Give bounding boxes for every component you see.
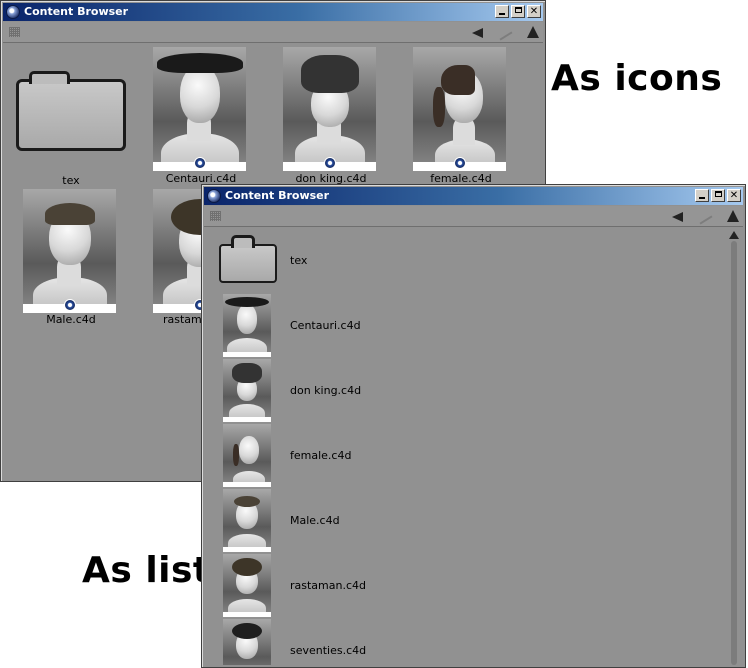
thumbnail-seventies (223, 619, 271, 665)
close-icon: ✕ (529, 6, 539, 17)
forward-arrow-icon[interactable] (699, 211, 713, 222)
thumbnail-don-king (223, 359, 271, 422)
list-item-tex[interactable]: tex (204, 227, 724, 292)
c4d-badge-icon (63, 299, 76, 311)
item-label: rastaman.c4d (290, 579, 367, 592)
toolbar (204, 206, 743, 227)
close-icon: ✕ (729, 190, 739, 201)
up-arrow-icon[interactable] (727, 210, 739, 222)
folder-icon (219, 235, 277, 283)
title-bar[interactable]: Content Browser ✕ (204, 187, 743, 205)
item-label: don king.c4d (290, 384, 362, 397)
item-label: tex (62, 174, 80, 187)
list-item-centauri[interactable]: Centauri.c4d (204, 292, 724, 357)
back-arrow-icon[interactable] (472, 28, 483, 38)
c4d-badge-icon (323, 157, 336, 169)
app-icon[interactable] (207, 189, 221, 203)
content-browser-window-list: Content Browser ✕ tex Centauri.c4d don k… (201, 184, 746, 668)
c4d-badge-icon (453, 157, 466, 169)
scrollbar-track[interactable] (731, 241, 737, 665)
icon-item-don-king[interactable]: don king.c4d (266, 45, 396, 185)
item-label: female.c4d (290, 449, 352, 462)
up-arrow-icon[interactable] (527, 26, 539, 38)
grip-icon[interactable] (210, 211, 221, 221)
thumbnail-male (23, 189, 116, 313)
icon-item-female[interactable]: female.c4d (396, 45, 526, 185)
app-icon[interactable] (6, 5, 20, 19)
icon-item-male[interactable]: Male.c4d (6, 187, 136, 327)
list-item-female[interactable]: female.c4d (204, 422, 724, 487)
c4d-badge-icon (193, 157, 206, 169)
forward-arrow-icon[interactable] (499, 27, 513, 38)
item-label: seventies.c4d (290, 644, 367, 657)
icon-item-centauri[interactable]: Centauri.c4d (136, 45, 266, 185)
maximize-icon (714, 191, 722, 197)
minimize-button[interactable] (695, 189, 709, 202)
maximize-icon (514, 7, 522, 13)
caption-as-icons: As icons (551, 58, 723, 99)
icon-item-tex[interactable]: tex (6, 45, 136, 187)
list-item-seventies[interactable]: seventies.c4d (204, 617, 724, 665)
caption-as-list: As list (82, 550, 211, 591)
list-item-rastaman[interactable]: rastaman.c4d (204, 552, 724, 617)
item-label: Centauri.c4d (290, 319, 361, 332)
minimize-icon (499, 13, 505, 15)
maximize-button[interactable] (711, 189, 725, 202)
thumbnail-male (223, 489, 271, 552)
thumbnail-rastaman (223, 554, 271, 617)
minimize-button[interactable] (495, 5, 509, 18)
item-label: Male.c4d (290, 514, 340, 527)
thumbnail-don-king (283, 47, 376, 171)
thumbnail-centauri (153, 47, 246, 171)
item-label: tex (290, 254, 308, 267)
list-item-male[interactable]: Male.c4d (204, 487, 724, 552)
minimize-icon (699, 197, 705, 199)
window-title: Content Browser (24, 5, 129, 18)
grip-icon[interactable] (9, 27, 20, 37)
close-button[interactable]: ✕ (527, 5, 541, 18)
thumbnail-female (413, 47, 506, 171)
maximize-button[interactable] (511, 5, 525, 18)
folder-icon (16, 71, 126, 151)
window-title: Content Browser (225, 189, 330, 202)
title-bar[interactable]: Content Browser ✕ (3, 3, 543, 21)
item-label: Male.c4d (46, 313, 96, 326)
back-arrow-icon[interactable] (672, 212, 683, 222)
thumbnail-female (223, 424, 271, 487)
toolbar (3, 22, 543, 43)
close-button[interactable]: ✕ (727, 189, 741, 202)
vertical-scrollbar[interactable] (728, 231, 740, 665)
list-item-don-king[interactable]: don king.c4d (204, 357, 724, 422)
scroll-up-arrow-icon[interactable] (729, 231, 739, 239)
file-list: tex Centauri.c4d don king.c4d female.c4d… (204, 227, 743, 665)
thumbnail-centauri (223, 294, 271, 357)
